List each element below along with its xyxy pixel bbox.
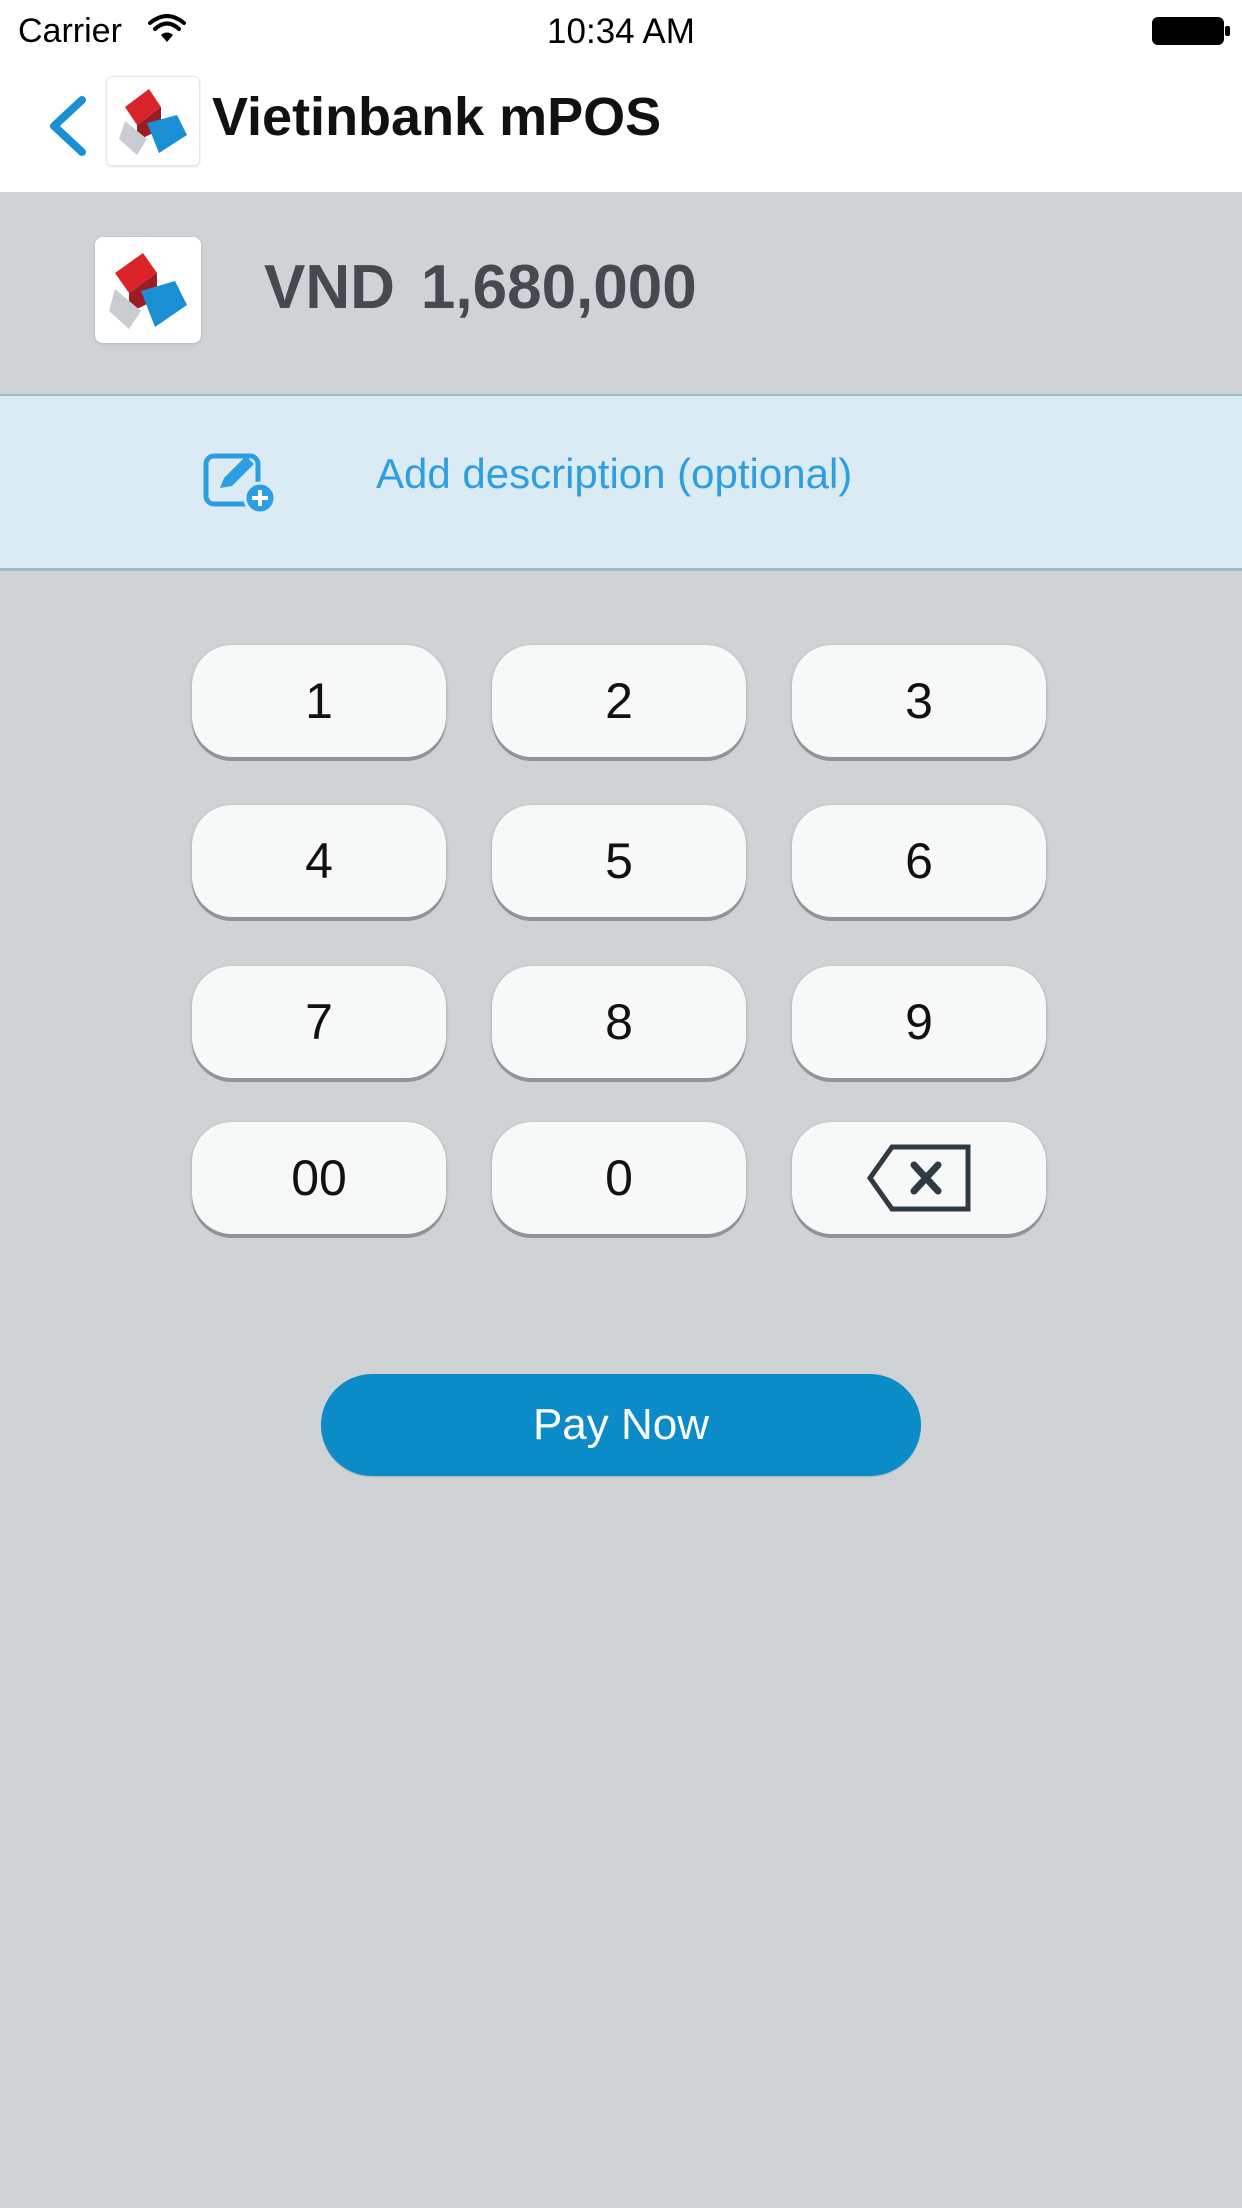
key-6[interactable]: 6: [792, 805, 1046, 917]
navigation-bar: Vietinbank mPOS: [0, 60, 1242, 192]
battery-icon: [1152, 17, 1230, 45]
currency-code: VND: [264, 253, 395, 322]
key-2[interactable]: 2: [492, 645, 746, 757]
amount-display: VND 1,680,000: [264, 252, 697, 323]
key-9[interactable]: 9: [792, 966, 1046, 1078]
nav-logo: [106, 76, 200, 166]
key-8[interactable]: 8: [492, 966, 746, 1078]
vietinbank-logo-icon: [119, 89, 187, 155]
edit-add-icon: [203, 453, 277, 515]
description-placeholder: Add description (optional): [376, 450, 853, 497]
key-0[interactable]: 0: [492, 1122, 746, 1234]
add-description-row[interactable]: Add description (optional): [0, 396, 1242, 571]
status-bar: Carrier 10:34 AM: [0, 0, 1242, 60]
amount-value: 1,680,000: [420, 253, 697, 322]
key-1[interactable]: 1: [192, 645, 446, 757]
key-3[interactable]: 3: [792, 645, 1046, 757]
key-4[interactable]: 4: [192, 805, 446, 917]
key-7[interactable]: 7: [192, 966, 446, 1078]
amount-panel: VND 1,680,000: [0, 192, 1242, 396]
key-5[interactable]: 5: [492, 805, 746, 917]
merchant-logo: [95, 237, 201, 343]
pay-now-button[interactable]: Pay Now: [321, 1374, 921, 1476]
key-00[interactable]: 00: [192, 1122, 446, 1234]
back-button[interactable]: [40, 80, 100, 170]
backspace-key[interactable]: [792, 1122, 1046, 1234]
status-time: 10:34 AM: [547, 12, 695, 51]
page-title: Vietinbank mPOS: [212, 87, 662, 147]
vietinbank-logo-icon: [109, 253, 187, 329]
backspace-icon: [866, 1144, 971, 1212]
chevron-left-icon: [50, 96, 86, 156]
